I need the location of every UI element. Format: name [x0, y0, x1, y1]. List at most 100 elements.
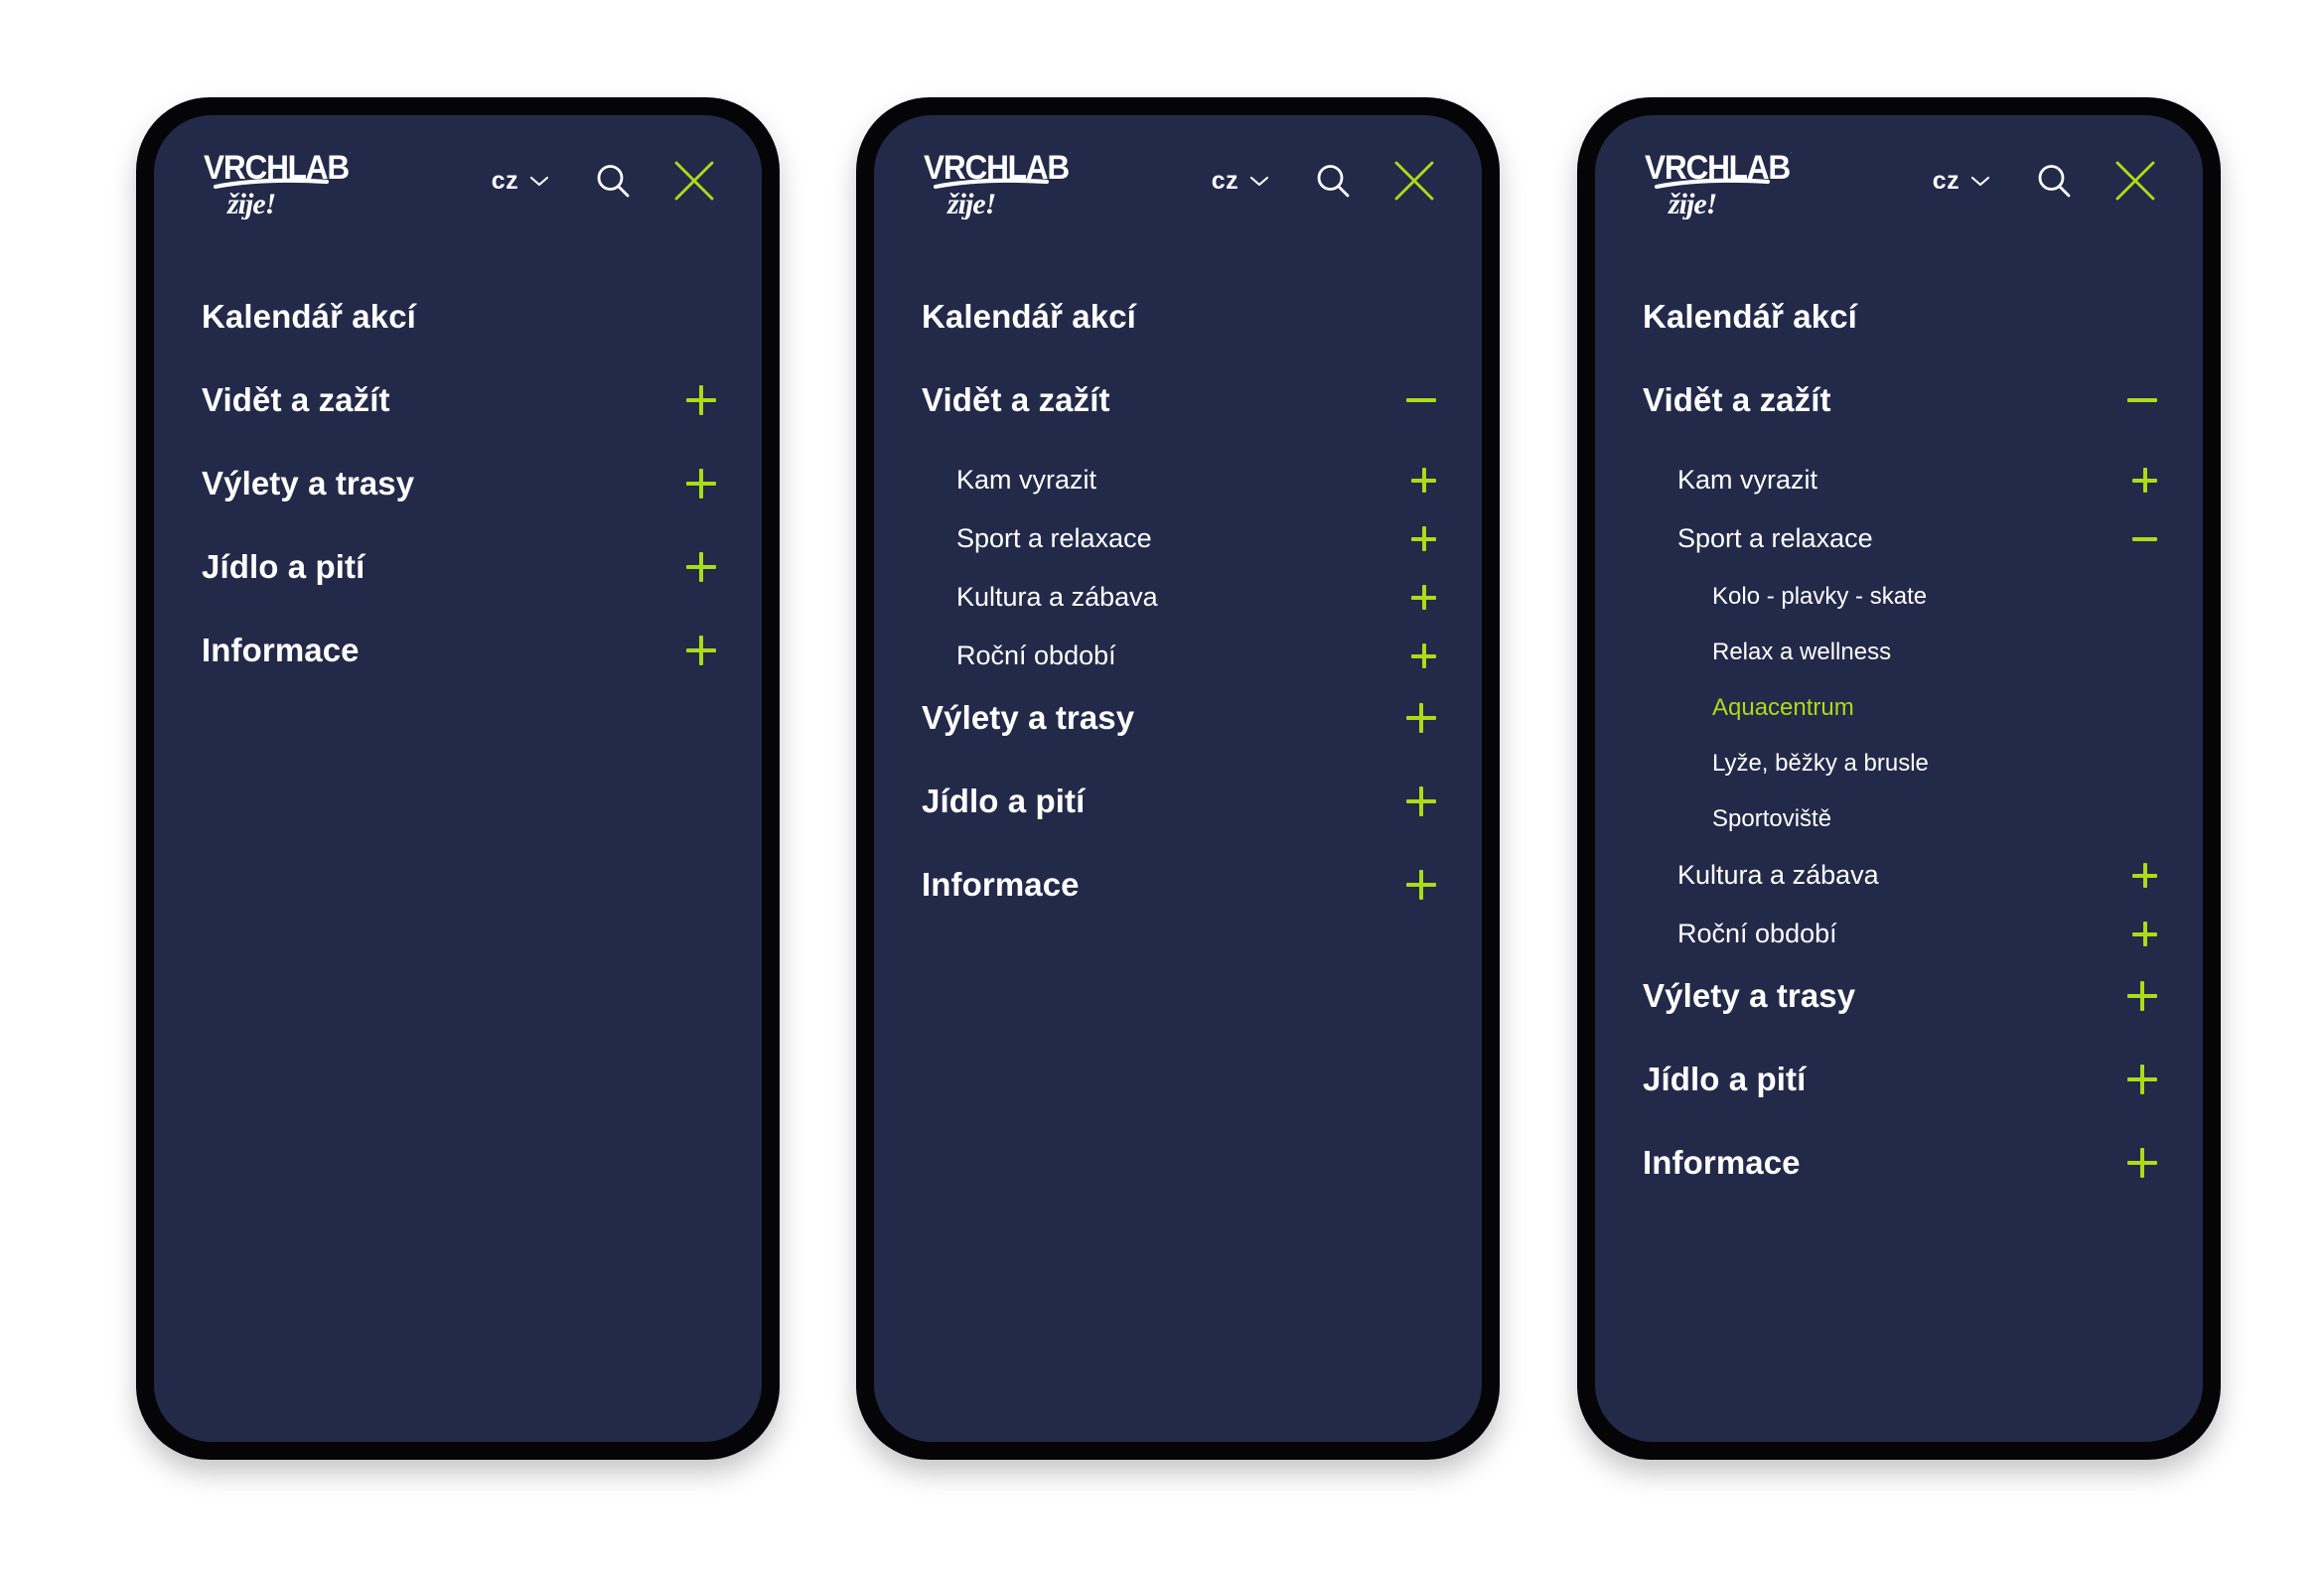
expand-plus-icon[interactable] — [1406, 786, 1436, 816]
site-logo-3[interactable]: VRCHLABÍ žije! — [1643, 142, 1792, 219]
nav-item-level1[interactable]: Kalendář akcí — [922, 298, 1436, 336]
nav-row[interactable]: Kam vyrazit — [1643, 465, 2157, 496]
expand-plus-icon[interactable] — [2132, 468, 2157, 493]
nav-item-label: Sport a relaxace — [956, 523, 1152, 553]
nav-row[interactable]: Lyže, běžky a brusle — [1643, 749, 2157, 779]
nav-row[interactable]: Roční období — [1643, 919, 2157, 949]
toggle-placeholder — [686, 302, 716, 332]
nav-item-label: Kam vyrazit — [956, 465, 1097, 495]
nav-item-level1[interactable]: Výlety a trasy — [202, 465, 716, 502]
search-icon[interactable] — [1311, 159, 1355, 203]
nav-row[interactable]: Kalendář akcí — [922, 298, 1436, 336]
nav-row[interactable]: Relax a wellness — [1643, 638, 2157, 667]
expand-plus-icon[interactable] — [1411, 468, 1436, 493]
language-switcher-1[interactable]: cz — [492, 168, 549, 194]
expand-plus-icon[interactable] — [686, 385, 716, 415]
nav-item-level2[interactable]: Kam vyrazit — [922, 465, 1436, 496]
nav-item-level3[interactable]: Aquacentrum — [1643, 693, 2157, 723]
search-icon[interactable] — [2032, 159, 2076, 203]
nav-item-level1[interactable]: Výlety a trasy — [1643, 977, 2157, 1015]
nav-item-level2[interactable]: Sport a relaxace — [1643, 523, 2157, 554]
collapse-minus-icon[interactable] — [2127, 385, 2157, 415]
nav-item-level1[interactable]: Jídlo a pití — [1643, 1061, 2157, 1098]
nav-row[interactable]: Kalendář akcí — [1643, 298, 2157, 336]
collapse-minus-icon[interactable] — [2132, 526, 2157, 551]
nav-row[interactable]: Informace — [202, 632, 716, 669]
language-switcher-2[interactable]: cz — [1212, 168, 1269, 194]
nav-row[interactable]: Výlety a trasy — [202, 465, 716, 502]
nav-item-level1[interactable]: Informace — [202, 632, 716, 669]
nav-item-level1[interactable]: Výlety a trasy — [922, 699, 1436, 737]
nav-row[interactable]: Roční období — [922, 641, 1436, 671]
nav-item-label: Kam vyrazit — [1677, 465, 1818, 495]
nav-row[interactable]: Sport a relaxace — [922, 523, 1436, 554]
search-icon[interactable] — [591, 159, 635, 203]
toggle-placeholder — [2127, 638, 2157, 667]
expand-plus-icon[interactable] — [2127, 1148, 2157, 1178]
phone-mockup-2: VRCHLABÍ žije! cz Kalendář akcí Vidět a zaž… — [856, 97, 1500, 1460]
nav-item-level1[interactable]: Vidět a zažít — [202, 381, 716, 419]
nav-item-level2[interactable]: Roční období — [1643, 919, 2157, 949]
nav-row[interactable]: Vidět a zažít — [202, 381, 716, 419]
close-icon[interactable] — [2113, 159, 2157, 203]
nav-item-level3[interactable]: Lyže, běžky a brusle — [1643, 749, 2157, 779]
nav-item-level1[interactable]: Jídlo a pití — [922, 783, 1436, 820]
expand-plus-icon[interactable] — [1406, 703, 1436, 733]
nav-row[interactable]: Kolo - plavky - skate — [1643, 582, 2157, 612]
nav-item-level3[interactable]: Relax a wellness — [1643, 638, 2157, 667]
nav-item-label: Výlety a trasy — [1643, 977, 1856, 1014]
collapse-minus-icon[interactable] — [1406, 385, 1436, 415]
chevron-down-icon — [1970, 175, 1990, 188]
nav-item-label: Jídlo a pití — [202, 548, 365, 585]
expand-plus-icon[interactable] — [1411, 643, 1436, 668]
toggle-placeholder — [2127, 693, 2157, 723]
nav-row[interactable]: Sportoviště — [1643, 804, 2157, 834]
nav-row[interactable]: Vidět a zažít — [1643, 381, 2157, 419]
nav-item-level2[interactable]: Kultura a zábava — [1643, 860, 2157, 891]
expand-plus-icon[interactable] — [2127, 1065, 2157, 1094]
nav-item-level1[interactable]: Kalendář akcí — [1643, 298, 2157, 336]
nav-row[interactable]: Kultura a zábava — [1643, 860, 2157, 891]
nav-row[interactable]: Vidět a zažít — [922, 381, 1436, 419]
nav-item-label: Informace — [202, 632, 360, 668]
expand-plus-icon[interactable] — [1411, 526, 1436, 551]
nav-row[interactable]: Výlety a trasy — [922, 699, 1436, 737]
nav-row[interactable]: Kultura a zábava — [922, 582, 1436, 613]
nav-item-level1[interactable]: Informace — [922, 866, 1436, 904]
nav-item-level3[interactable]: Sportoviště — [1643, 804, 2157, 834]
expand-plus-icon[interactable] — [686, 552, 716, 582]
nav-item-level1[interactable]: Informace — [1643, 1144, 2157, 1182]
nav-item-level2[interactable]: Kam vyrazit — [1643, 465, 2157, 496]
nav-row[interactable]: Kam vyrazit — [922, 465, 1436, 496]
site-logo-1[interactable]: VRCHLABÍ žije! — [202, 142, 351, 219]
expand-plus-icon[interactable] — [1406, 870, 1436, 900]
nav-row[interactable]: Kalendář akcí — [202, 298, 716, 336]
expand-plus-icon[interactable] — [2127, 981, 2157, 1011]
expand-plus-icon[interactable] — [686, 636, 716, 665]
nav-item-level1[interactable]: Kalendář akcí — [202, 298, 716, 336]
nav-row[interactable]: Sport a relaxace — [1643, 523, 2157, 554]
site-logo-2[interactable]: VRCHLABÍ žije! — [922, 142, 1071, 219]
close-icon[interactable] — [1392, 159, 1436, 203]
nav-row[interactable]: Aquacentrum — [1643, 693, 2157, 723]
expand-plus-icon[interactable] — [686, 469, 716, 499]
nav-item-level2[interactable]: Sport a relaxace — [922, 523, 1436, 554]
nav-item-level1[interactable]: Vidět a zažít — [922, 381, 1436, 419]
expand-plus-icon[interactable] — [1411, 585, 1436, 610]
nav-row[interactable]: Jídlo a pití — [202, 548, 716, 586]
nav-row[interactable]: Jídlo a pití — [922, 783, 1436, 820]
nav-item-level2[interactable]: Roční období — [922, 641, 1436, 671]
nav-row[interactable]: Informace — [1643, 1144, 2157, 1182]
nav-row[interactable]: Výlety a trasy — [1643, 977, 2157, 1015]
nav-row[interactable]: Jídlo a pití — [1643, 1061, 2157, 1098]
nav-item-level2[interactable]: Kultura a zábava — [922, 582, 1436, 613]
language-switcher-3[interactable]: cz — [1933, 168, 1990, 194]
expand-plus-icon[interactable] — [2132, 922, 2157, 946]
nav-item-level1[interactable]: Jídlo a pití — [202, 548, 716, 586]
expand-plus-icon[interactable] — [2132, 863, 2157, 888]
chevron-down-icon — [529, 175, 549, 188]
nav-row[interactable]: Informace — [922, 866, 1436, 904]
close-icon[interactable] — [672, 159, 716, 203]
nav-item-level1[interactable]: Vidět a zažít — [1643, 381, 2157, 419]
nav-item-level3[interactable]: Kolo - plavky - skate — [1643, 582, 2157, 612]
